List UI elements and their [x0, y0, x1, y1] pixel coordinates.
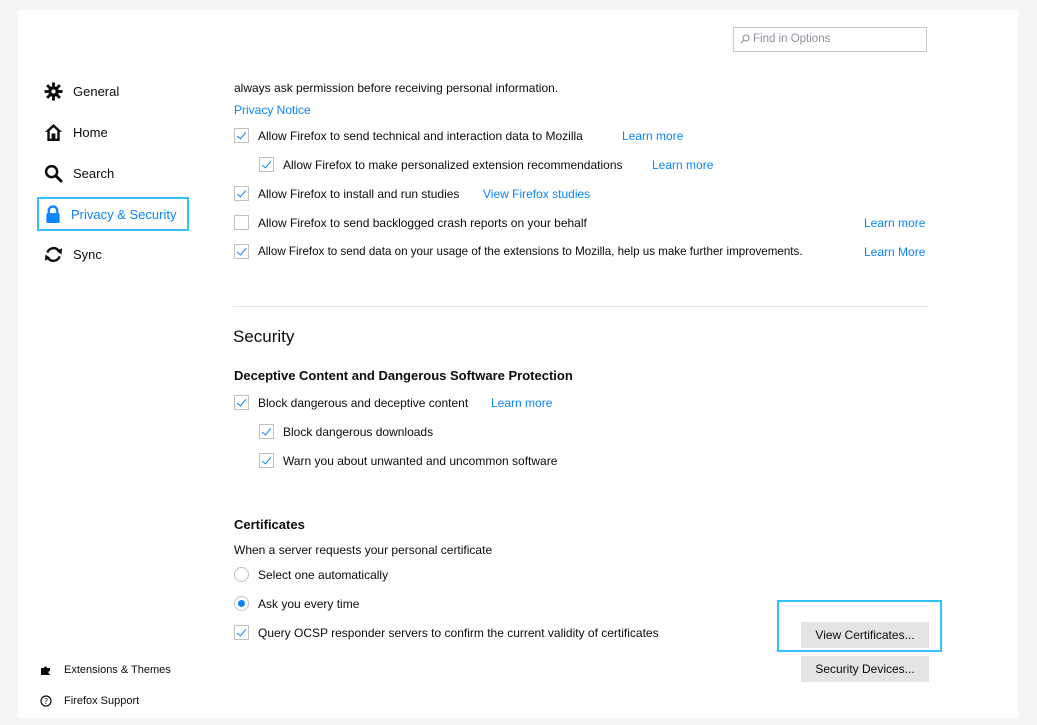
select-automatically-radio[interactable]: [234, 567, 249, 582]
certificates-heading: Certificates: [234, 517, 305, 532]
sidebar-item-general[interactable]: General: [44, 82, 119, 101]
block-downloads-checkbox[interactable]: [259, 424, 274, 439]
lock-icon: [46, 204, 60, 223]
warn-unwanted-checkbox[interactable]: [259, 453, 274, 468]
certificates-description: When a server requests your personal cer…: [234, 543, 493, 557]
search-icon: [44, 164, 63, 183]
warn-unwanted-label: Warn you about unwanted and uncommon sof…: [283, 454, 558, 468]
technical-data-checkbox[interactable]: [234, 128, 249, 143]
crash-reports-label: Allow Firefox to send backlogged crash r…: [258, 216, 587, 230]
crash-reports-checkbox[interactable]: [234, 215, 249, 230]
ocsp-checkbox[interactable]: [234, 625, 249, 640]
ocsp-label: Query OCSP responder servers to confirm …: [258, 626, 659, 640]
ask-every-time-radio[interactable]: [234, 596, 249, 611]
block-deceptive-learn-more[interactable]: Learn more: [491, 396, 552, 410]
security-heading: Security: [233, 327, 295, 346]
block-deceptive-label: Block dangerous and deceptive content: [258, 396, 469, 410]
extension-usage-label: Allow Firefox to send data on your usage…: [258, 245, 803, 258]
studies-checkbox[interactable]: [234, 186, 249, 201]
sidebar-item-sync[interactable]: Sync: [44, 245, 102, 264]
extensions-themes-link[interactable]: Extensions & Themes: [40, 664, 171, 676]
sidebar-item-label: Privacy & Security: [71, 206, 177, 222]
sidebar-item-label: General: [73, 84, 120, 99]
extension-usage-checkbox[interactable]: [234, 244, 249, 259]
sidebar-item-home[interactable]: Home: [44, 123, 108, 142]
sidebar-item-search[interactable]: Search: [44, 164, 114, 183]
privacy-notice-link[interactable]: Privacy Notice: [234, 103, 311, 117]
find-in-options-input[interactable]: Find in Options: [733, 27, 927, 52]
sync-icon: [44, 246, 63, 263]
home-icon: [44, 123, 63, 142]
block-downloads-label: Block dangerous downloads: [283, 425, 434, 439]
search-placeholder: Find in Options: [753, 33, 831, 45]
extension-recommendations-learn-more[interactable]: Learn more: [652, 158, 713, 172]
data-collection-intro: always ask permission before receiving p…: [234, 81, 559, 95]
deceptive-content-heading: Deceptive Content and Dangerous Software…: [234, 368, 573, 383]
crash-reports-learn-more[interactable]: Learn more: [864, 216, 925, 230]
select-automatically-label: Select one automatically: [258, 568, 389, 582]
svg-text:?: ?: [44, 697, 48, 706]
search-icon: [740, 34, 750, 44]
firefox-support-label: Firefox Support: [64, 695, 140, 707]
view-certificates-button[interactable]: View Certificates...: [801, 622, 929, 648]
sidebar-item-label: Search: [73, 166, 115, 181]
sidebar-item-label: Home: [73, 125, 108, 140]
extension-usage-learn-more[interactable]: Learn More: [864, 245, 925, 259]
extensions-themes-label: Extensions & Themes: [64, 664, 171, 676]
help-icon: ?: [40, 695, 52, 707]
extension-recommendations-label: Allow Firefox to make personalized exten…: [283, 158, 623, 172]
technical-data-label: Allow Firefox to send technical and inte…: [258, 129, 583, 143]
firefox-support-link[interactable]: ? Firefox Support: [40, 695, 139, 707]
extension-recommendations-checkbox[interactable]: [259, 157, 274, 172]
block-deceptive-checkbox[interactable]: [234, 395, 249, 410]
section-divider: [233, 306, 929, 307]
sidebar-item-privacy-security[interactable]: Privacy & Security: [37, 197, 189, 231]
technical-data-learn-more[interactable]: Learn more: [622, 129, 683, 143]
gear-icon: [44, 82, 63, 101]
sidebar-item-label: Sync: [73, 247, 102, 262]
ask-every-time-label: Ask you every time: [258, 597, 360, 611]
view-firefox-studies-link[interactable]: View Firefox studies: [483, 187, 590, 201]
security-devices-button[interactable]: Security Devices...: [801, 656, 929, 682]
puzzle-icon: [41, 666, 50, 675]
studies-label: Allow Firefox to install and run studies: [258, 187, 460, 201]
